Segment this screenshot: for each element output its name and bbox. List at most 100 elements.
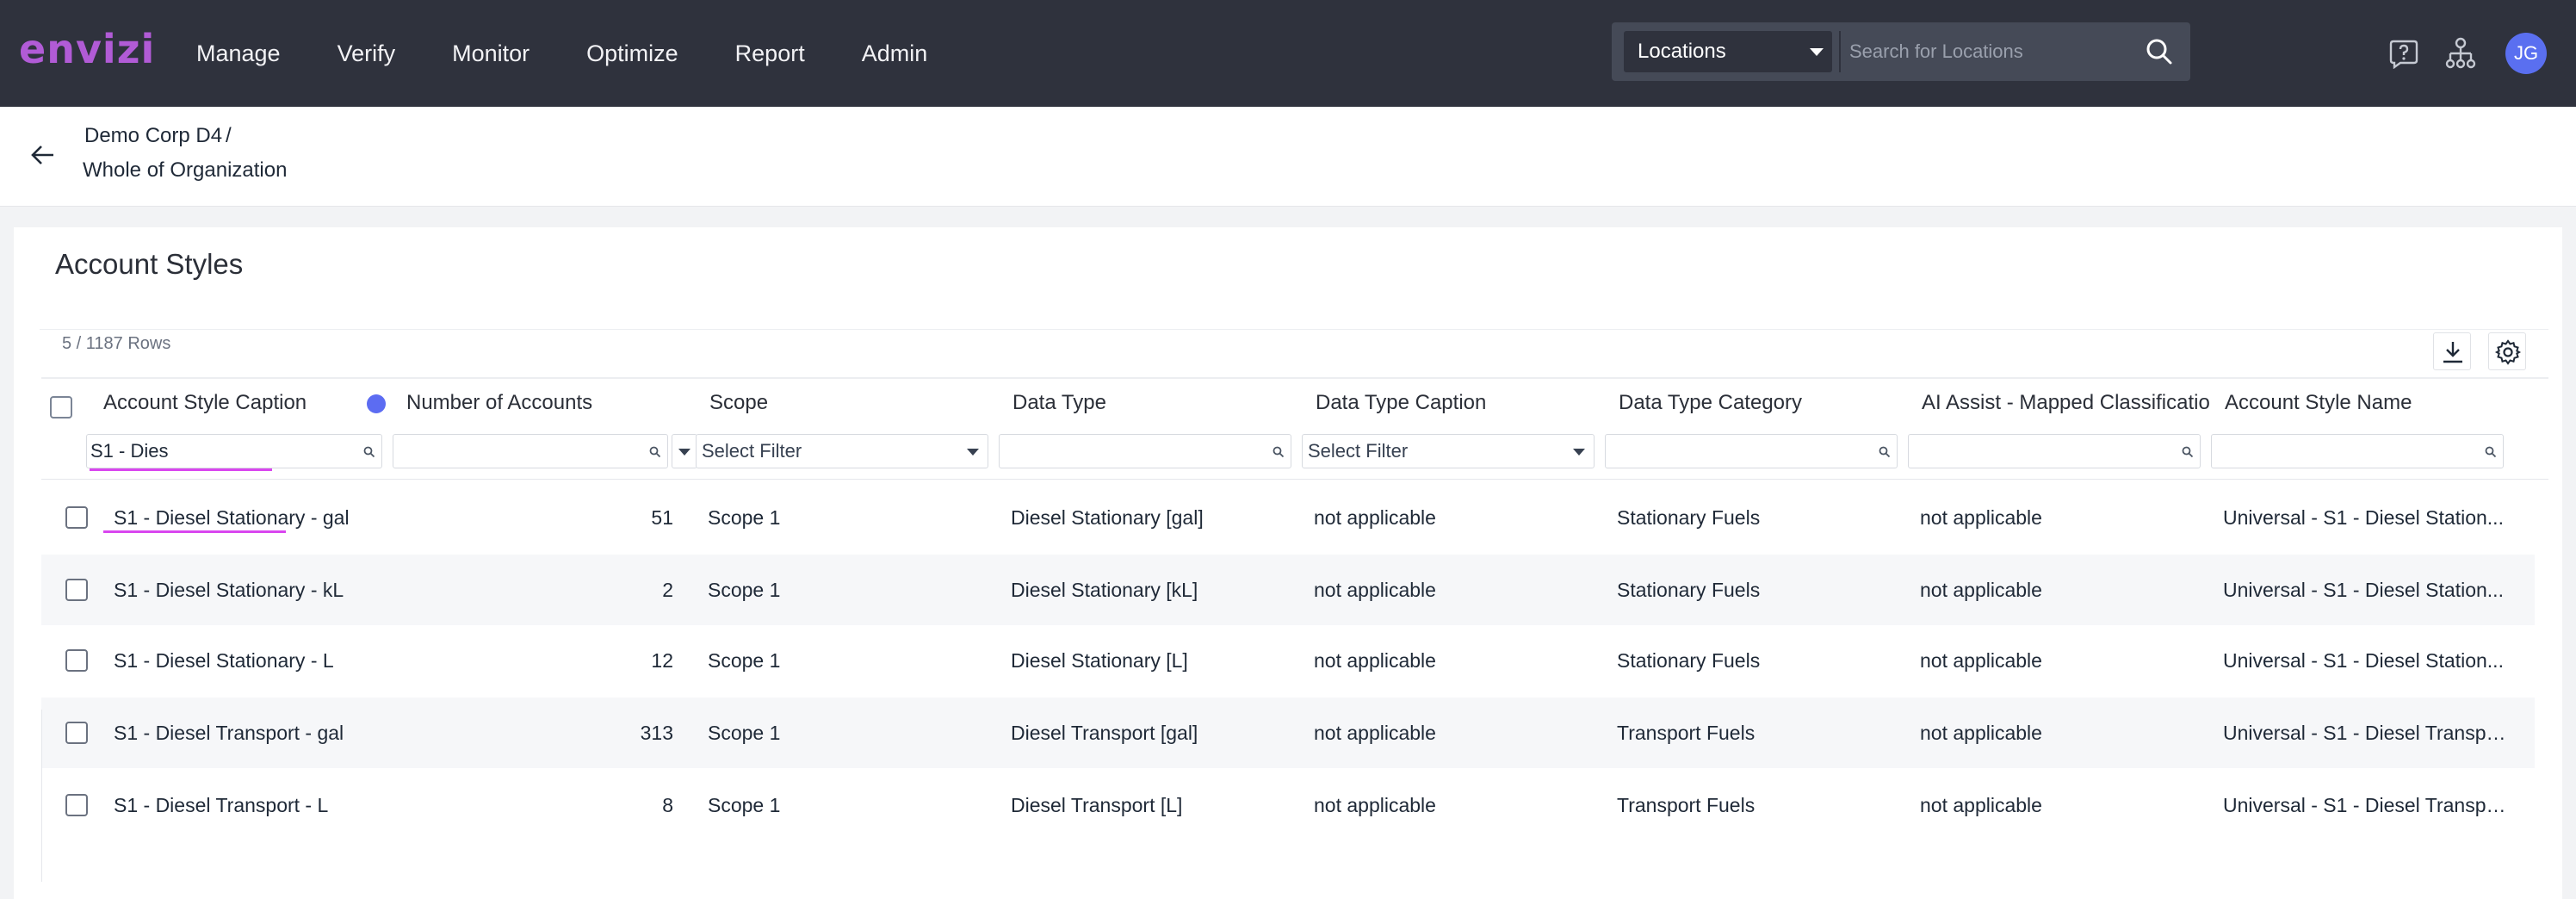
locations-dropdown-label: Locations (1638, 40, 1726, 63)
nav-monitor[interactable]: Monitor (452, 40, 529, 67)
column-header-number-of-accounts[interactable]: Number of Accounts (406, 391, 690, 415)
breadcrumb-parent[interactable]: Demo Corp D4 (84, 124, 222, 148)
cell-data-type: Diesel Stationary [L] (1011, 649, 1188, 672)
cell-caption: S1 - Diesel Transport - L (114, 794, 329, 816)
cell-ai-assist: not applicable (1920, 722, 2042, 744)
chevron-down-icon (1810, 48, 1824, 56)
nav-admin[interactable]: Admin (862, 40, 928, 67)
cell-ai-assist: not applicable (1920, 579, 2042, 601)
cell-count: 313 (640, 722, 673, 744)
search-icon (2182, 446, 2194, 458)
cell-account-style-name: Universal - S1 - Diesel Station... (2223, 579, 2504, 601)
locations-dropdown[interactable]: Locations (1624, 31, 1832, 72)
scope-filter-dropdown[interactable]: Select Filter (696, 434, 988, 468)
table-row[interactable]: S1 - Diesel Transport - L 8 Scope 1 Dies… (41, 770, 2535, 840)
column-header-caption[interactable]: Account Style Caption (103, 391, 362, 415)
cell-count: 8 (662, 794, 673, 816)
chevron-down-icon (967, 449, 979, 456)
chevron-down-icon (1573, 449, 1585, 456)
location-search: Locations (1612, 22, 2190, 81)
status-dot (367, 394, 386, 413)
nav-optimize[interactable]: Optimize (586, 40, 678, 67)
cell-account-style-name: Universal - S1 - Diesel Transpo... (2223, 794, 2507, 816)
help-icon[interactable] (2388, 38, 2419, 69)
caption-filter-input[interactable] (90, 438, 356, 464)
table-row[interactable]: S1 - Diesel Transport - gal 313 Scope 1 … (41, 698, 2535, 768)
search-icon[interactable] (2142, 34, 2177, 69)
hierarchy-icon[interactable] (2443, 36, 2478, 71)
row-checkbox[interactable] (65, 722, 88, 744)
divider (40, 329, 2548, 330)
cell-caption: S1 - Diesel Stationary - L (114, 649, 334, 672)
data-type-category-filter-input[interactable] (1609, 438, 1871, 464)
account-styles-card: Account Styles 5 / 1187 Rows Account Sty… (14, 227, 2562, 899)
cell-account-style-name: Universal - S1 - Diesel Station... (2223, 506, 2504, 529)
select-all-checkbox[interactable] (50, 396, 72, 418)
account-style-name-filter-input[interactable] (2215, 438, 2477, 464)
column-header-data-type-caption[interactable]: Data Type Caption (1316, 391, 1600, 415)
caption-filter[interactable] (86, 434, 382, 468)
cell-scope: Scope 1 (708, 579, 781, 601)
row-count: 5 / 1187 Rows (62, 334, 171, 353)
cell-data-type-caption: not applicable (1314, 506, 1436, 529)
cell-ai-assist: not applicable (1920, 794, 2042, 816)
nav-manage[interactable]: Manage (196, 40, 281, 67)
cell-caption: S1 - Diesel Stationary - gal (114, 506, 350, 529)
download-icon (2443, 342, 2462, 363)
cell-scope: Scope 1 (708, 722, 781, 744)
number-of-accounts-filter[interactable] (393, 434, 668, 468)
cell-data-type: Diesel Transport [L] (1011, 794, 1183, 816)
number-filter-operator-dropdown[interactable] (672, 434, 697, 468)
column-header-ai-assist[interactable]: AI Assist - Mapped Classification (1922, 391, 2211, 415)
highlight-underline (103, 530, 286, 533)
back-arrow-icon[interactable] (28, 140, 59, 170)
column-header-data-type-category[interactable]: Data Type Category (1619, 391, 1903, 415)
search-icon (1273, 446, 1285, 458)
ai-assist-filter[interactable] (1908, 434, 2201, 468)
cell-ai-assist: not applicable (1920, 506, 2042, 529)
cell-data-type-caption: not applicable (1314, 579, 1436, 601)
cell-scope: Scope 1 (708, 506, 781, 529)
data-type-category-filter[interactable] (1605, 434, 1898, 468)
cell-category: Stationary Fuels (1617, 506, 1761, 529)
table-row[interactable]: S1 - Diesel Stationary - L 12 Scope 1 Di… (41, 625, 2535, 696)
number-of-accounts-filter-input[interactable] (397, 438, 641, 464)
column-header-data-type[interactable]: Data Type (1012, 391, 1297, 415)
breadcrumb-bar: Demo Corp D4 / Whole of Organization (0, 107, 2576, 207)
cell-data-type-caption: not applicable (1314, 649, 1436, 672)
nav-verify[interactable]: Verify (337, 40, 396, 67)
data-type-caption-filter-dropdown[interactable]: Select Filter (1302, 434, 1595, 468)
cell-data-type: Diesel Stationary [kL] (1011, 579, 1198, 601)
column-header-scope[interactable]: Scope (709, 391, 994, 415)
top-navigation-bar: envizi Manage Verify Monitor Optimize Re… (0, 0, 2576, 107)
nav-report[interactable]: Report (735, 40, 805, 67)
cell-category: Transport Fuels (1617, 794, 1756, 816)
data-type-filter-input[interactable] (1003, 438, 1265, 464)
user-avatar[interactable]: JG (2505, 33, 2547, 74)
settings-button[interactable] (2488, 332, 2526, 370)
cell-data-type: Diesel Transport [gal] (1011, 722, 1198, 744)
page-title: Account Styles (55, 248, 244, 280)
data-type-caption-filter-value: Select Filter (1308, 440, 1409, 462)
account-style-name-filter[interactable] (2211, 434, 2504, 468)
row-checkbox[interactable] (65, 506, 88, 529)
cell-category: Stationary Fuels (1617, 579, 1761, 601)
table-row[interactable]: S1 - Diesel Stationary - gal 51 Scope 1 … (41, 482, 2535, 553)
row-checkbox[interactable] (65, 794, 88, 816)
divider (1839, 31, 1841, 72)
cell-count: 2 (662, 579, 673, 601)
data-type-filter[interactable] (999, 434, 1291, 468)
row-checkbox[interactable] (65, 579, 88, 601)
download-button[interactable] (2433, 332, 2471, 370)
cell-category: Stationary Fuels (1617, 649, 1761, 672)
location-search-input[interactable] (1849, 33, 2133, 71)
search-icon (649, 446, 661, 458)
ai-assist-filter-input[interactable] (1912, 438, 2174, 464)
gear-icon (2494, 339, 2522, 365)
column-header-account-style-name[interactable]: Account Style Name (2225, 391, 2509, 415)
row-checkbox[interactable] (65, 649, 88, 672)
envizi-logo[interactable]: envizi (19, 26, 155, 72)
table-row[interactable]: S1 - Diesel Stationary - kL 2 Scope 1 Di… (41, 555, 2535, 625)
cell-count: 51 (651, 506, 673, 529)
chevron-down-icon (678, 449, 690, 456)
